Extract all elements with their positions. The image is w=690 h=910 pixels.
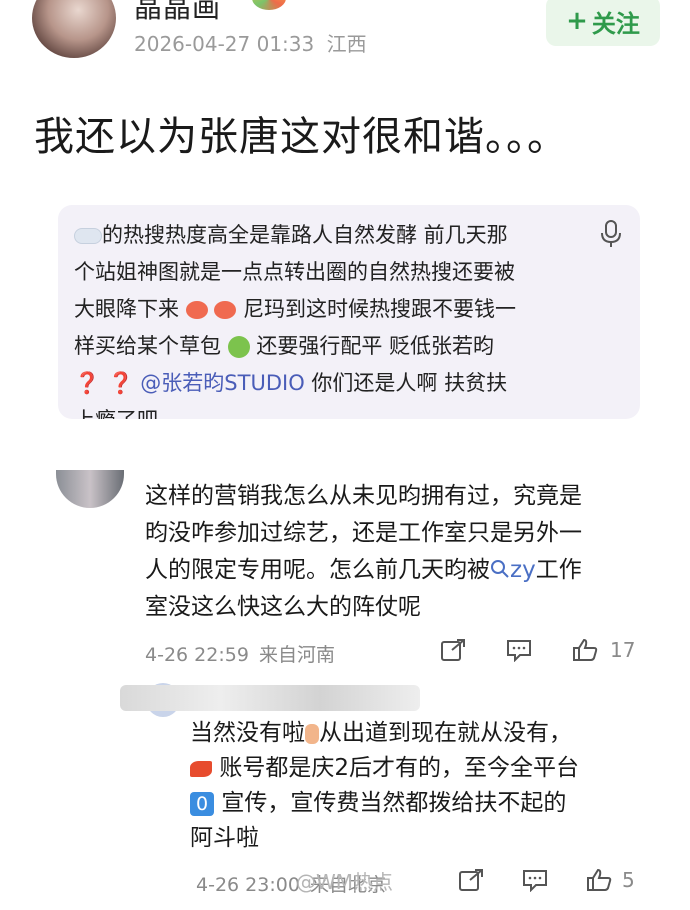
- reply-line: 从出道到现在就从没有，: [319, 720, 572, 746]
- embedded-line: 尼玛到这时候热搜跟不要钱一: [243, 297, 517, 321]
- search-term: zy: [510, 557, 536, 583]
- pig-emoji-icon: [185, 301, 208, 319]
- post-location: 江西: [326, 32, 367, 56]
- like-icon[interactable]: [572, 638, 598, 662]
- comment-meta: 4-26 22:59 来自河南: [145, 640, 335, 667]
- follow-button[interactable]: + 关注: [546, 0, 660, 46]
- comment-line: 工作: [535, 557, 582, 583]
- reply-actions: 5: [458, 868, 635, 892]
- mention-link[interactable]: @张若昀STUDIO: [140, 371, 304, 395]
- cloud-emoji-icon: [74, 228, 102, 244]
- reply-line: 当然没有啦: [190, 720, 305, 746]
- question-marks: ❓ ❓: [74, 371, 134, 395]
- like-count: 17: [610, 638, 636, 662]
- plus-icon: +: [566, 6, 588, 36]
- hand-emoji-icon: [305, 723, 319, 744]
- comment-line: 这样的营销我怎么从未见昀拥有过，究竟是: [145, 483, 582, 509]
- like-icon[interactable]: [586, 868, 612, 892]
- comment-time: 4-26 22:59: [145, 644, 249, 666]
- reply-line: 账号都是庆2后才有的，至今全平台: [219, 755, 579, 781]
- share-icon[interactable]: [440, 638, 466, 662]
- comment-text: 这样的营销我怎么从未见昀拥有过，究竟是 昀没咋参加过综艺，还是工作室只是另外一 …: [145, 478, 645, 626]
- embedded-line: 样买给某个草包: [74, 334, 228, 358]
- reply-line: 阿斗啦: [190, 825, 259, 851]
- comment-line: 人的限定专用呢。怎么前几天昀被: [145, 557, 490, 583]
- post-timestamp: 2026-04-27 01:33: [134, 32, 315, 56]
- embedded-line: 你们还是人啊 扶贫扶: [311, 371, 508, 395]
- reply-line: 宣传，宣传费当然都拨给扶不起的: [221, 790, 567, 816]
- post-meta: 2026-04-27 01:33 江西: [134, 28, 367, 57]
- comment-line: 室没这么快这么大的阵仗呢: [145, 594, 421, 620]
- comment-icon[interactable]: [522, 868, 548, 892]
- watermark: @WM热点: [296, 870, 394, 894]
- embedded-screenshot[interactable]: 的热搜热度高全是靠路人自然发酵 前几天那 个站姐神图就是一点点转出圈的自然热搜还…: [58, 205, 640, 419]
- nauseated-emoji-icon: [227, 336, 250, 358]
- follow-label: 关注: [591, 9, 640, 38]
- comment-avatar[interactable]: [56, 470, 124, 508]
- embedded-line: 个站姐神图就是一点点转出圈的自然热搜还要被: [74, 260, 515, 284]
- search-icon: [491, 560, 509, 578]
- avatar[interactable]: [32, 0, 116, 58]
- embedded-text: 的热搜热度高全是靠路人自然发酵 前几天那 个站姐神图就是一点点转出圈的自然热搜还…: [74, 217, 594, 419]
- comment-actions: 17: [440, 638, 635, 662]
- comment-line: 昀没咋参加过综艺，还是工作室只是另外一: [145, 520, 582, 546]
- embedded-line: 还要强行配平 贬低张若昀: [256, 334, 495, 358]
- username[interactable]: 晶晶画: [134, 0, 221, 26]
- user-badge-icon: [252, 0, 286, 10]
- comment-location: 来自河南: [258, 644, 335, 666]
- microphone-icon[interactable]: [600, 219, 622, 249]
- embedded-line: 的热搜热度高全是靠路人自然发酵 前几天那: [102, 223, 508, 247]
- zero-keycap-icon: 0: [190, 791, 214, 816]
- sweet-potato-emoji-icon: [190, 760, 212, 777]
- post-text: 我还以为张唐这对很和谐。。。: [34, 114, 568, 160]
- reply-username-blurred: [120, 685, 420, 711]
- embedded-line: 大眼降下来: [74, 297, 179, 321]
- like-count: 5: [622, 868, 635, 892]
- comment-icon[interactable]: [506, 638, 532, 662]
- embedded-line: 上瘾了吧: [74, 402, 594, 419]
- reply-text: 当然没有啦 从出道到现在就从没有， 账号都是庆2后才有的，至今全平台 0 宣传，宣…: [190, 716, 630, 856]
- share-icon[interactable]: [458, 868, 484, 892]
- pig-emoji-icon: [214, 301, 237, 319]
- search-link[interactable]: zy: [490, 557, 536, 583]
- reply-time: 4-26 23:00: [196, 874, 300, 896]
